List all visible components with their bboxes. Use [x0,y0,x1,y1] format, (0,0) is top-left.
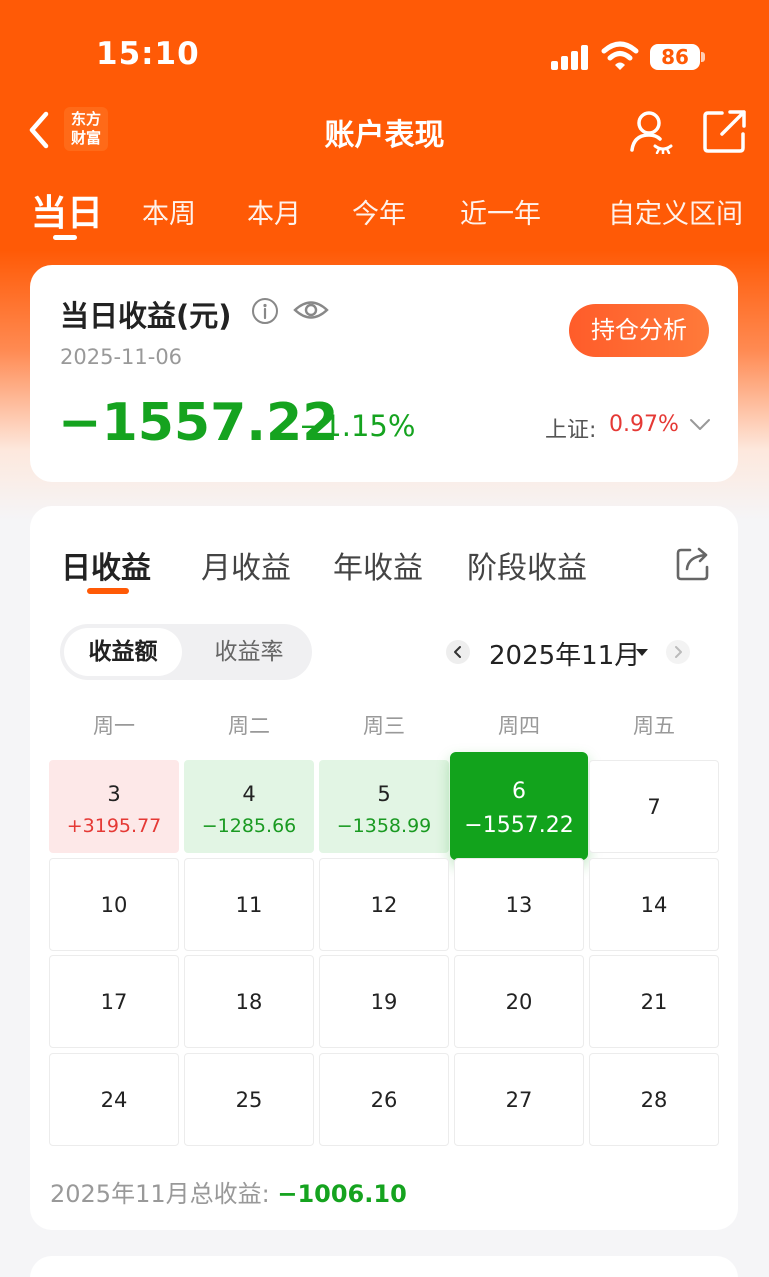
user-icon[interactable] [628,108,674,154]
calendar-day-cell[interactable]: 21 [589,955,719,1048]
period-tabs: 当日 本周 本月 今年 近一年 自定义区间 [0,180,769,250]
tab-this-year[interactable]: 今年 [352,192,406,231]
chevron-down-icon[interactable] [688,415,712,435]
calendar-day-number: 13 [505,893,533,917]
info-icon[interactable] [251,297,279,325]
calendar-day-cell[interactable]: 10 [49,858,179,951]
month-total-value: −1006.10 [277,1180,407,1208]
daily-profit-percent: −1.15% [299,409,416,443]
month-dropdown-caret-icon[interactable] [636,649,648,656]
battery-tip [701,52,705,62]
month-next-icon[interactable] [666,640,690,664]
calendar-day-number: 19 [370,990,398,1014]
daily-profit-value: −1557.22 [58,393,339,453]
calendar-day-number: 27 [505,1088,533,1112]
amount-rate-toggle: 收益额 收益率 [60,624,312,680]
status-bar: 15:10 86 [0,0,769,110]
weekday-label: 周五 [633,714,675,738]
calendar-day-number: 14 [640,893,668,917]
profit-calendar-card: 日收益 月收益 年收益 阶段收益 收益额 收益率 2025年11月 周一 周二 … [30,506,738,1230]
calendar-day-cell[interactable]: 25 [184,1053,314,1146]
calendar-day-profit: +3195.77 [66,815,162,837]
calendar-day-number: 6 [512,779,526,804]
calendar-day-cell[interactable]: 14 [589,858,719,951]
tab-custom-range[interactable]: 自定义区间 [608,192,743,231]
calendar-day-number: 25 [235,1088,263,1112]
index-label[interactable]: 上证: [545,412,596,444]
tab-today[interactable]: 当日 [31,184,103,236]
calendar-day-cell[interactable]: 20 [454,955,584,1048]
calendar-day-number: 7 [647,795,661,819]
calendar-day-number: 17 [100,990,128,1014]
calendar-day-cell[interactable]: 13 [454,858,584,951]
signal-icon [551,44,591,70]
calendar-day-number: 26 [370,1088,398,1112]
holding-analysis-button[interactable]: 持仓分析 [569,304,709,357]
tab-monthly-profit[interactable]: 月收益 [201,543,291,587]
tab-yearly-profit[interactable]: 年收益 [333,543,423,587]
calendar-day-number: 3 [107,782,121,806]
weekday-label: 周一 [93,714,135,738]
toggle-rate[interactable]: 收益率 [190,628,308,676]
month-prev-icon[interactable] [446,640,470,664]
calendar-day-number: 4 [242,782,256,806]
calendar-tab-indicator [87,588,129,594]
export-icon[interactable] [675,545,711,581]
calendar-day-number: 20 [505,990,533,1014]
next-section-card [30,1256,738,1277]
calendar-day-profit: −1358.99 [336,815,432,837]
calendar-day-cell[interactable]: 26 [319,1053,449,1146]
calendar-day-number: 12 [370,893,398,917]
calendar-day-number: 11 [235,893,263,917]
calendar-day-cell[interactable]: 11 [184,858,314,951]
calendar-day-profit: −1557.22 [464,813,574,838]
summary-date: 2025-11-06 [60,345,183,369]
calendar-day-cell[interactable]: 6 −1557.22 [450,752,588,860]
tab-daily-profit[interactable]: 日收益 [61,543,151,587]
calendar-day-number: 18 [235,990,263,1014]
calendar-day-number: 24 [100,1088,128,1112]
tab-this-month[interactable]: 本月 [247,192,301,231]
calendar-day-cell[interactable]: 4 −1285.66 [184,760,314,853]
calendar-day-cell[interactable]: 28 [589,1053,719,1146]
calendar-day-cell[interactable]: 12 [319,858,449,951]
calendar-day-cell[interactable]: 19 [319,955,449,1048]
tab-last-year[interactable]: 近一年 [460,192,541,231]
weekday-label: 周三 [363,714,405,738]
month-selector[interactable]: 2025年11月 [489,635,640,672]
weekday-label: 周二 [228,714,270,738]
calendar-day-cell[interactable]: 17 [49,955,179,1048]
calendar-day-number: 10 [100,893,128,917]
status-time: 15:10 [96,36,200,72]
calendar-day-cell[interactable]: 3 +3195.77 [49,760,179,853]
month-total: 2025年11月总收益: −1006.10 [50,1174,407,1209]
tab-this-week[interactable]: 本周 [142,192,196,231]
battery-indicator: 86 [650,44,700,70]
calendar-day-cell[interactable]: 24 [49,1053,179,1146]
tab-period-profit[interactable]: 阶段收益 [467,543,587,587]
calendar-day-profit: −1285.66 [201,815,297,837]
active-tab-indicator [53,235,77,240]
summary-title: 当日收益(元) [60,299,232,333]
month-total-label: 2025年11月总收益: [50,1180,270,1208]
eye-icon[interactable] [293,295,329,325]
index-value[interactable]: 0.97% [609,412,679,437]
calendar-day-cell[interactable]: 5 −1358.99 [319,760,449,853]
calendar-day-number: 28 [640,1088,668,1112]
daily-profit-card: 当日收益(元) 2025-11-06 −1557.22 −1.15% 持仓分析 … [30,265,738,482]
toggle-amount[interactable]: 收益额 [64,628,182,676]
calendar-day-number: 5 [377,782,391,806]
share-icon[interactable] [702,108,748,154]
calendar-day-cell[interactable]: 7 [589,760,719,853]
calendar-day-number: 21 [640,990,668,1014]
weekday-label: 周四 [498,714,540,738]
calendar-day-cell[interactable]: 18 [184,955,314,1048]
nav-header: 东方财富 账户表现 [0,100,769,162]
wifi-icon [601,41,639,70]
calendar-day-cell[interactable]: 27 [454,1053,584,1146]
